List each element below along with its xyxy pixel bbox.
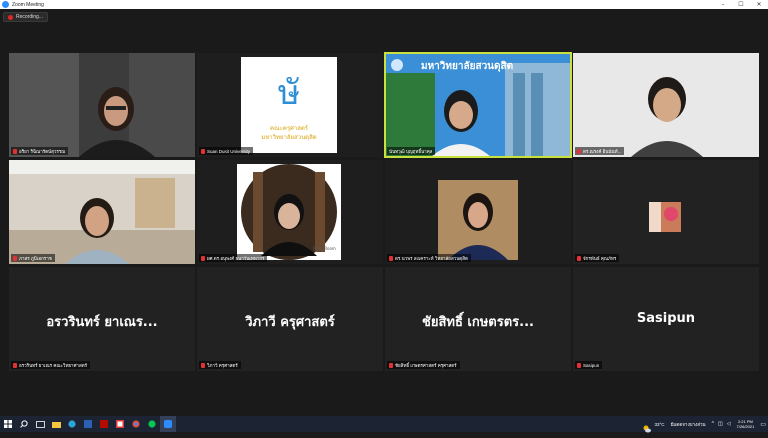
recording-label: Recording... xyxy=(16,14,43,20)
participant-name-tag: ดร.ณรงค์ อินนันท์... xyxy=(575,147,625,155)
participant-name: ดร.ณรงค์ อินนันท์... xyxy=(583,148,622,154)
window-titlebar: Zoom Meeting – ☐ ✕ xyxy=(0,0,768,9)
participant-name: อรวรินทร์ ยาเณร คณะวิทยาศาสตร์ xyxy=(19,362,88,368)
windows-taskbar: 33°C มีแดดจางบางส่วน ^ ◫ ◁ 2:21 PM 7/26/… xyxy=(0,416,768,433)
participant-name: นันทวุฒิ บุญฤทธิ์นาคุล xyxy=(389,148,433,154)
record-dot-icon xyxy=(8,14,13,20)
participant-tile[interactable]: ดร.ณรงค์ อินนันท์... xyxy=(573,53,759,157)
muted-mic-icon xyxy=(13,255,17,261)
muted-mic-icon xyxy=(577,148,581,154)
participant-tile[interactable]: ดร.นวพร สงเคราะห์ วิทยาลัยสวนดุสิต xyxy=(385,160,571,264)
muted-mic-icon xyxy=(577,362,581,368)
clock-date: 7/26/2021 xyxy=(736,424,755,429)
window-title: Zoom Meeting xyxy=(12,1,44,8)
logo-mark: ษั xyxy=(277,73,301,113)
chevron-up-icon[interactable]: ^ xyxy=(712,421,714,427)
participant-name: ภาสร ภูมิเอกราช xyxy=(19,255,52,261)
network-icon[interactable]: ◫ xyxy=(718,421,723,427)
participant-tile[interactable]: Sasipun Sasipun xyxy=(573,267,759,371)
volume-icon[interactable]: ◁ xyxy=(727,421,731,427)
video-feed xyxy=(9,160,195,264)
participant-name-tag: ดร.นวพร สงเคราะห์ วิทยาลัยสวนดุสิต xyxy=(387,254,471,262)
muted-mic-icon xyxy=(201,148,205,154)
video-feed xyxy=(9,53,195,157)
profile-photo xyxy=(237,164,341,260)
participant-tile[interactable]: อรวรินทร์ ยาเณร... อรวรินทร์ ยาเณร คณะวิ… xyxy=(9,267,195,371)
search-icon[interactable] xyxy=(16,416,32,432)
participant-name: ชัยสิทธิ์ เกษตรศาสตร์ ครุศาสตร์ xyxy=(395,362,457,368)
participant-name: Suan Dusit University xyxy=(207,148,251,154)
muted-mic-icon xyxy=(201,362,205,368)
participant-tile[interactable]: PhotoRoom ผศ.ดร.อนุพงศ์ ธนาวันเทพากร xyxy=(197,160,383,264)
muted-mic-icon xyxy=(389,255,393,261)
participant-name-tag: อรวรินทร์ ยาเณร คณะวิทยาศาสตร์ xyxy=(11,361,91,369)
participant-name: อริยา ริฉิณารัตน์สุวรรณ xyxy=(19,148,66,154)
taskbar-clock[interactable]: 2:21 PM 7/26/2021 xyxy=(737,419,755,429)
logo-line2: มหาวิทยาลัยสวนดุสิต xyxy=(261,134,317,141)
participant-display-name: Sasipun xyxy=(636,311,696,326)
profile-photo xyxy=(649,202,681,232)
participant-name: ผศ.ดร.อนุพงศ์ ธนาวันเทพากร xyxy=(207,255,265,261)
notifications-icon[interactable]: ▭ xyxy=(760,421,766,428)
participant-name: วิภาวี ครุศาสตร์ xyxy=(207,362,238,368)
participant-tile[interactable]: ชัยสิทธิ์ เกษตรตร... ชัยสิทธิ์ เกษตรศาสต… xyxy=(385,267,571,371)
participant-display-name: ชัยสิทธิ์ เกษตรตร... xyxy=(422,315,534,330)
participant-name-tag: จักรพันธ์ คุณภัทร xyxy=(575,254,620,262)
participant-name-tag: ผศ.ดร.อนุพงศ์ ธนาวันเทพากร xyxy=(199,254,268,262)
participant-tile[interactable]: ภาสร ภูมิเอกราช xyxy=(9,160,195,264)
muted-mic-icon xyxy=(13,362,17,368)
participant-tile-active-speaker[interactable]: มหาวิทยาลัยสวนดุสิต นันทวุฒิ บุญฤทธิ์นาค… xyxy=(384,52,572,158)
participant-display-name: อรวรินทร์ ยาเณร... xyxy=(46,315,158,330)
profile-photo xyxy=(438,180,518,260)
participant-tile[interactable]: อริยา ริฉิณารัตน์สุวรรณ xyxy=(9,53,195,157)
photos-icon[interactable] xyxy=(112,416,128,432)
video-feed xyxy=(573,53,759,157)
edge-icon[interactable] xyxy=(64,416,80,432)
participant-name-tag: Sasipun xyxy=(575,361,603,369)
participant-display-name: วิภาวี ครุศาสตร์ xyxy=(245,315,335,330)
maximize-button[interactable]: ☐ xyxy=(732,0,750,9)
photo-caption: PhotoRoom xyxy=(313,246,336,251)
weather-icon[interactable] xyxy=(643,420,651,433)
participant-name: ดร.นวพร สงเคราะห์ วิทยาลัยสวนดุสิต xyxy=(395,255,468,261)
participant-name-tag: อริยา ริฉิณารัตน์สุวรรณ xyxy=(11,147,69,155)
participant-name-tag: วิภาวี ครุศาสตร์ xyxy=(199,361,241,369)
zoom-icon[interactable] xyxy=(160,416,176,432)
meeting-gallery: Recording... อริยา ริฉิณารัตน์สุวรรณ ษั … xyxy=(0,9,768,416)
participant-name-tag: นันทวุฒิ บุญฤทธิ์นาคุล xyxy=(387,147,436,155)
participant-tile[interactable]: จักรพันธ์ คุณภัทร xyxy=(573,160,759,264)
recording-indicator[interactable]: Recording... xyxy=(3,12,48,22)
chrome-icon[interactable] xyxy=(128,416,144,432)
faculty-logo: ษั คณะครุศาสตร์ มหาวิทยาลัยสวนดุสิต xyxy=(241,57,337,153)
participant-name: Sasipun xyxy=(583,362,600,368)
weather-condition[interactable]: มีแดดจางบางส่วน xyxy=(671,421,706,428)
banner-text: มหาวิทยาลัยสวนดุสิต xyxy=(421,61,514,72)
participant-name-tag: Suan Dusit University xyxy=(199,147,254,155)
acrobat-icon[interactable] xyxy=(96,416,112,432)
participant-tile[interactable]: ษั คณะครุศาสตร์ มหาวิทยาลัยสวนดุสิต Suan… xyxy=(197,53,383,157)
word-icon[interactable] xyxy=(80,416,96,432)
participant-name: จักรพันธ์ คุณภัทร xyxy=(583,255,617,261)
minimize-button[interactable]: – xyxy=(714,0,732,9)
muted-mic-icon xyxy=(577,255,581,261)
participant-name-tag: ภาสร ภูมิเอกราช xyxy=(11,254,55,262)
windows-logo-icon[interactable] xyxy=(0,416,16,432)
weather-temperature[interactable]: 33°C xyxy=(655,422,665,427)
line-icon[interactable] xyxy=(144,416,160,432)
zoom-app-icon xyxy=(2,1,9,8)
system-tray: 33°C มีแดดจางบางส่วน ^ ◫ ◁ 2:21 PM 7/26/… xyxy=(643,416,766,433)
participant-name-tag: ชัยสิทธิ์ เกษตรศาสตร์ ครุศาสตร์ xyxy=(387,361,460,369)
muted-mic-icon xyxy=(201,255,205,261)
file-explorer-icon[interactable] xyxy=(48,416,64,432)
close-button[interactable]: ✕ xyxy=(750,0,768,9)
task-view-icon[interactable] xyxy=(32,416,48,432)
muted-mic-icon xyxy=(389,362,393,368)
participant-tile[interactable]: วิภาวี ครุศาสตร์ วิภาวี ครุศาสตร์ xyxy=(197,267,383,371)
muted-mic-icon xyxy=(13,148,17,154)
